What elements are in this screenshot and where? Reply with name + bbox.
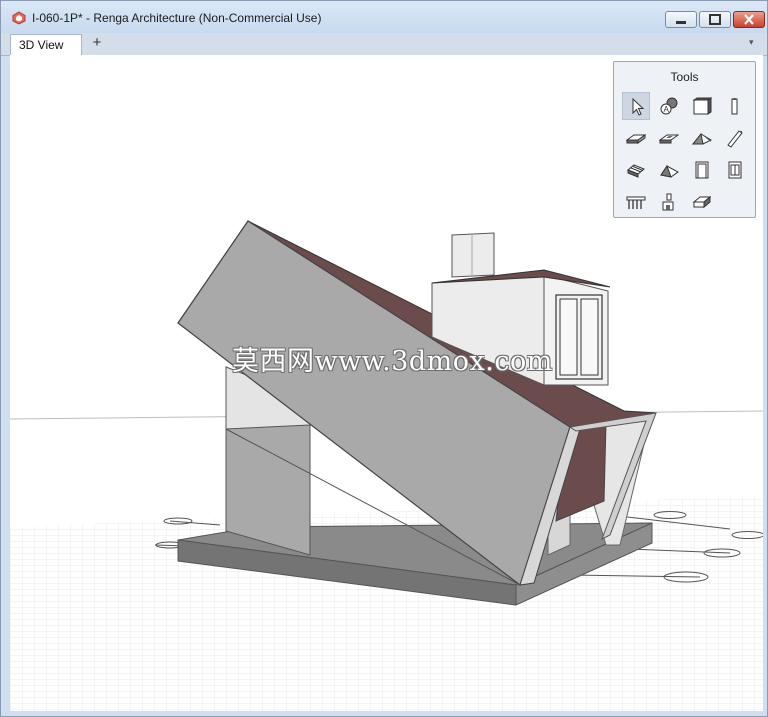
restore-icon	[709, 14, 721, 25]
window-title: I-060-1P* - Renga Architecture (Non-Comm…	[32, 11, 322, 25]
tool-opening[interactable]	[655, 124, 683, 152]
tool-annotation[interactable]: A	[655, 92, 683, 120]
floor-slab-icon	[626, 134, 646, 144]
tool-stair[interactable]	[622, 156, 650, 184]
app-window: I-060-1P* - Renga Architecture (Non-Comm…	[0, 0, 768, 717]
tools-panel: Tools A	[613, 61, 756, 218]
minimize-icon	[676, 21, 686, 24]
element-icon	[692, 195, 712, 209]
annotation-shapes-icon: A	[660, 97, 678, 115]
railing-icon	[626, 196, 646, 209]
close-icon	[744, 14, 754, 25]
tool-column[interactable]	[721, 92, 749, 120]
svg-text:A: A	[664, 105, 670, 114]
tool-select[interactable]	[622, 92, 650, 120]
equipment-icon	[662, 193, 674, 211]
tool-roof[interactable]	[688, 124, 716, 152]
column-icon	[731, 98, 738, 115]
tools-panel-title: Tools	[670, 70, 699, 84]
roof-icon	[692, 132, 712, 145]
wall-icon	[692, 97, 712, 115]
tool-equipment[interactable]	[655, 188, 683, 216]
tool-railing[interactable]	[622, 188, 650, 216]
tab-strip: 3D View + ▾	[1, 33, 767, 56]
tool-element[interactable]	[688, 188, 716, 216]
tool-wall[interactable]	[688, 92, 716, 120]
maximize-button[interactable]	[699, 11, 731, 28]
3d-viewport[interactable]: 莫西网www.3dmox.com Tools A	[10, 55, 763, 711]
stair-icon	[627, 164, 645, 178]
title-bar[interactable]: I-060-1P* - Renga Architecture (Non-Comm…	[1, 1, 767, 33]
close-button[interactable]	[733, 11, 765, 28]
tab-list-dropdown-icon[interactable]: ▾	[749, 37, 761, 49]
ramp-icon	[660, 164, 679, 178]
minimize-button[interactable]	[665, 11, 697, 28]
tool-window[interactable]	[721, 156, 749, 184]
door-icon	[695, 161, 709, 179]
window-icon	[728, 161, 742, 179]
tool-door[interactable]	[688, 156, 716, 184]
renga-logo-icon	[12, 11, 26, 25]
tool-beam[interactable]	[721, 124, 749, 152]
tab-3d-view[interactable]: 3D View	[10, 34, 82, 55]
floor-opening-icon	[659, 134, 679, 144]
tool-ramp[interactable]	[655, 156, 683, 184]
cursor-arrow-icon	[632, 97, 645, 116]
watermark-text: 莫西网www.3dmox.com	[232, 346, 553, 377]
chimney	[451, 232, 495, 278]
add-tab-button[interactable]: +	[87, 34, 107, 54]
tool-floor[interactable]	[622, 124, 650, 152]
beam-icon	[727, 130, 743, 148]
